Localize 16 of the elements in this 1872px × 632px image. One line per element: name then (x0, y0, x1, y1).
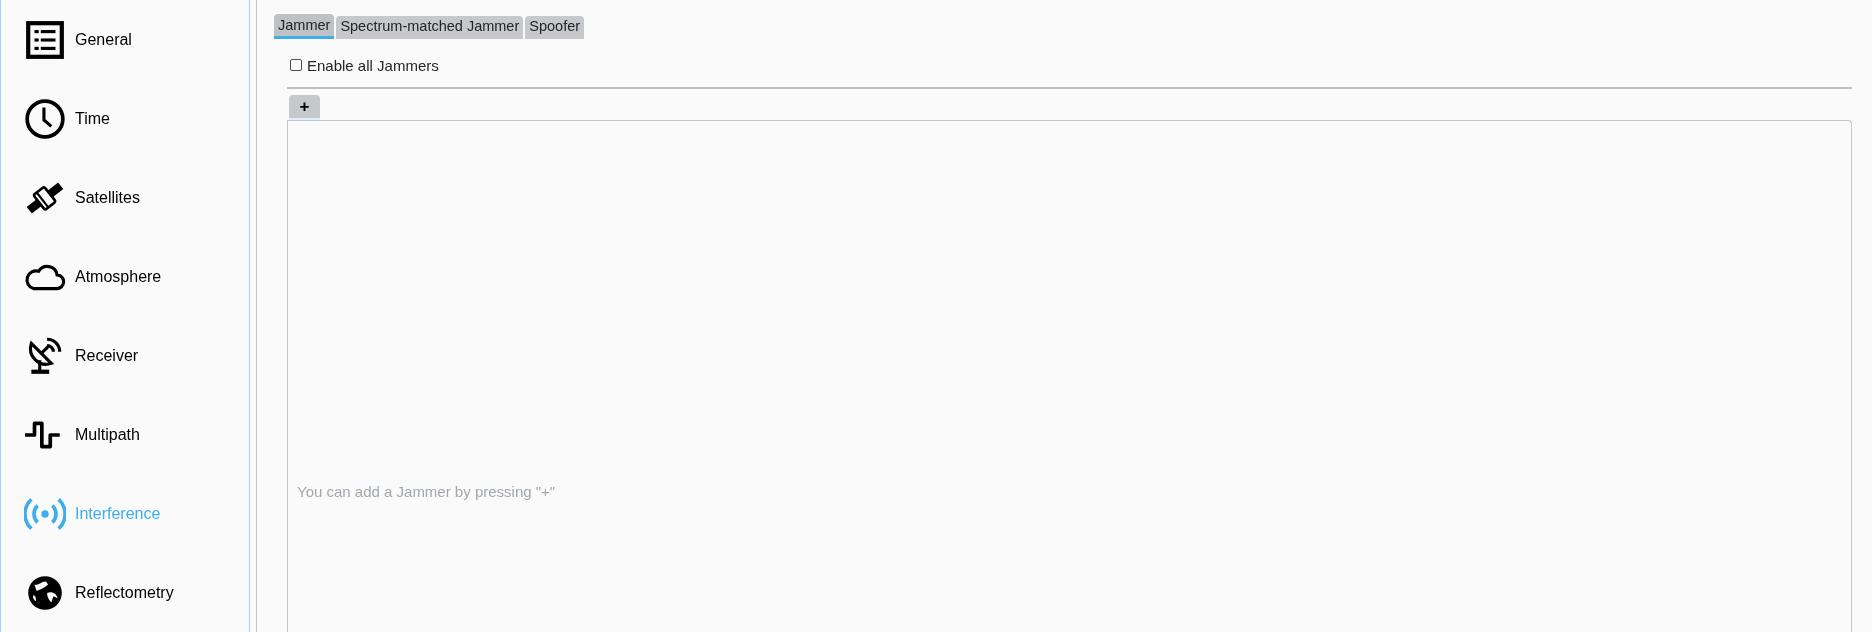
sidebar-item[interactable]: Satellites (1, 158, 249, 237)
checkbox[interactable] (290, 59, 302, 71)
sidebar-item[interactable]: Atmosphere (1, 237, 249, 316)
tab[interactable]: Jammer (274, 14, 335, 39)
sidebar-item[interactable]: Time (1, 79, 249, 158)
sidebar-item[interactable]: Receiver (1, 316, 249, 395)
sidebar-item[interactable]: Multipath (1, 395, 249, 474)
list-icon (24, 18, 66, 61)
checkbox-label: Enable all Jammers (307, 56, 439, 74)
add-tab[interactable]: + (289, 95, 320, 120)
sidebar-item[interactable]: General (1, 0, 249, 79)
empty-message: You can add a Jammer by pressing "+" (297, 482, 556, 502)
tab[interactable]: Spoofer (525, 16, 585, 39)
clock-icon (24, 97, 66, 140)
sidebar-item[interactable]: Reflectometry (1, 553, 249, 632)
tab[interactable]: Spectrum-matched Jammer (336, 16, 524, 39)
